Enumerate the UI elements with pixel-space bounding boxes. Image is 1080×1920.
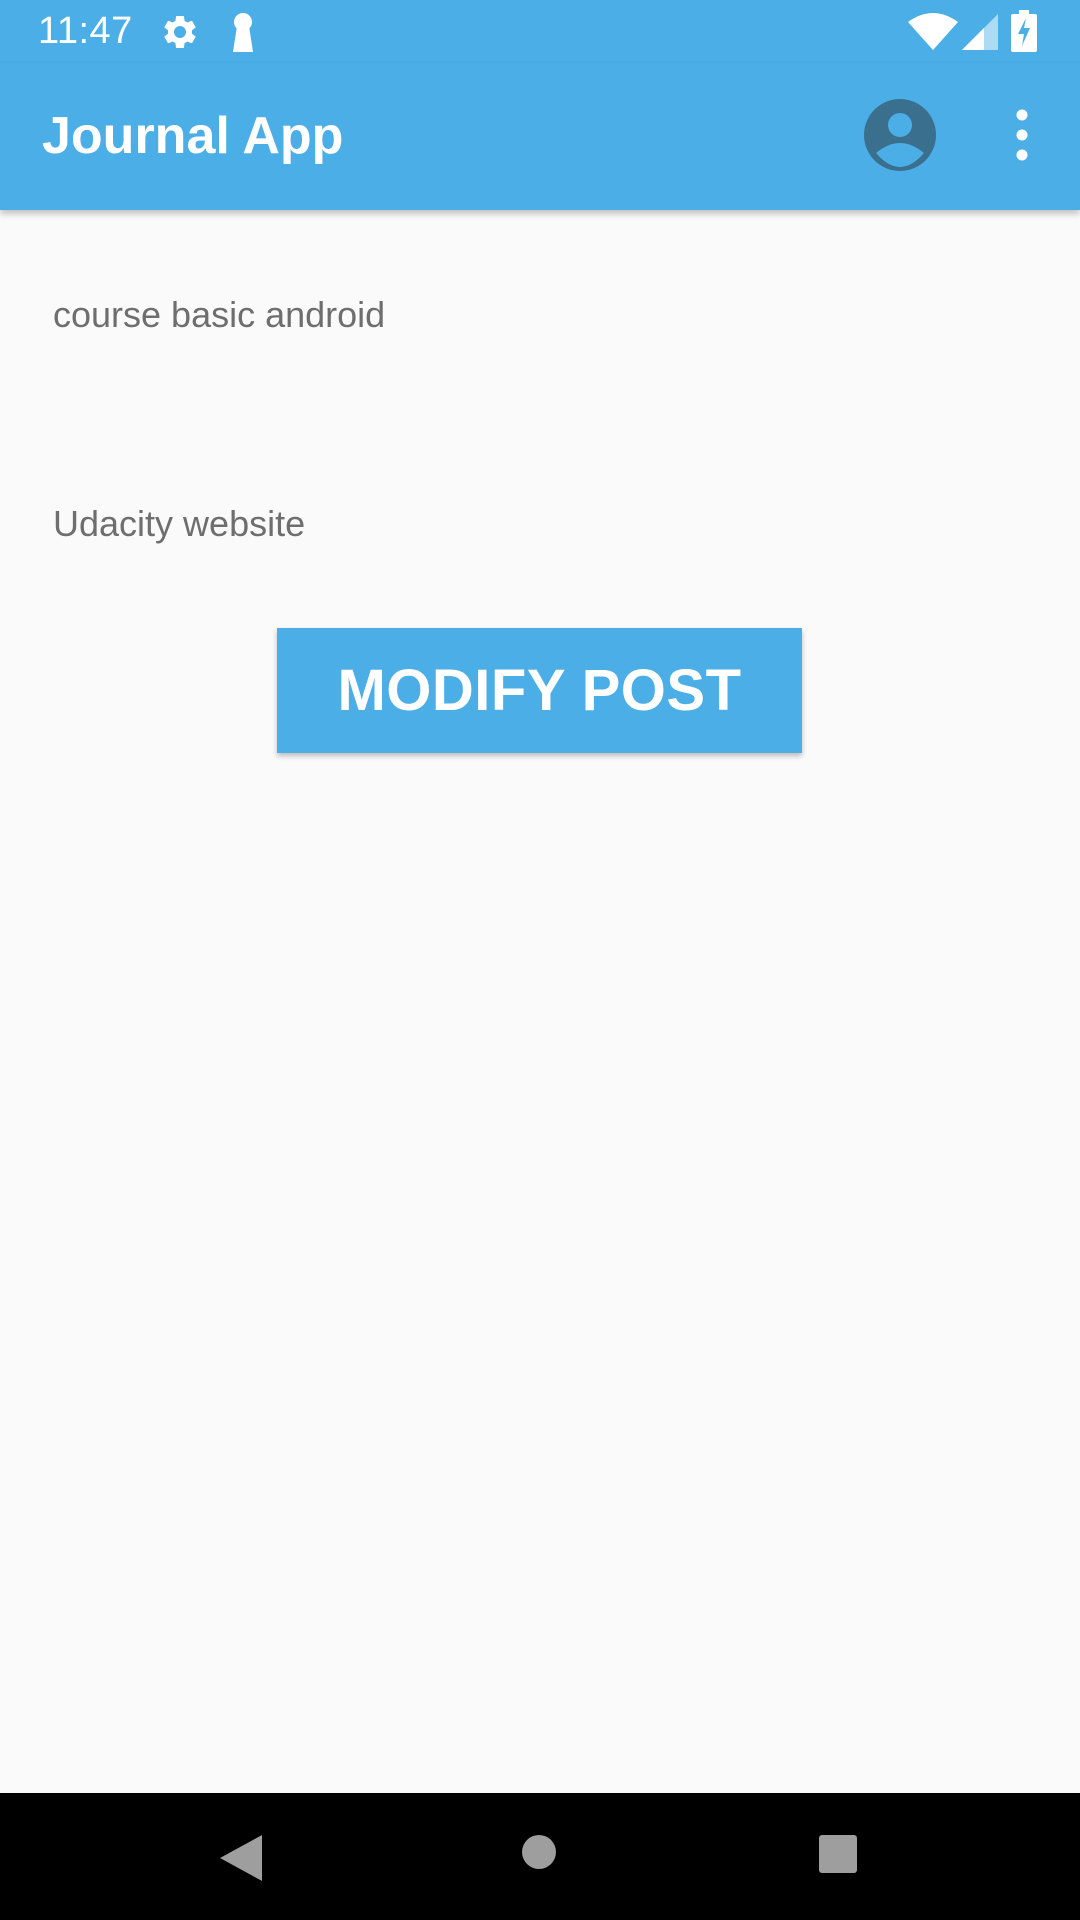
post-title: course basic android	[53, 294, 386, 335]
home-icon	[522, 1835, 556, 1869]
more-vert-icon	[1016, 109, 1028, 161]
navigation-bar	[0, 1793, 1080, 1920]
post-source: Udacity website	[53, 503, 306, 544]
back-button[interactable]	[218, 1833, 264, 1888]
overflow-menu-button[interactable]	[1000, 105, 1044, 165]
account-button[interactable]	[862, 97, 938, 173]
status-bar: 11:47	[0, 0, 1080, 63]
signal-icon	[962, 14, 1000, 57]
wifi-icon	[908, 12, 958, 55]
keyhole-icon	[228, 12, 258, 59]
back-icon	[220, 1835, 262, 1881]
app-title: Journal App	[42, 107, 344, 165]
battery-charging-icon	[1011, 10, 1037, 57]
app-bar: Journal App	[0, 63, 1080, 210]
home-button[interactable]	[521, 1834, 557, 1875]
recents-button[interactable]	[818, 1834, 858, 1879]
account-circle-icon	[864, 99, 936, 171]
recents-icon	[819, 1835, 857, 1873]
gear-icon	[160, 12, 200, 57]
modify-post-button[interactable]: MODIFY POST	[277, 628, 802, 753]
status-time: 11:47	[38, 10, 133, 52]
